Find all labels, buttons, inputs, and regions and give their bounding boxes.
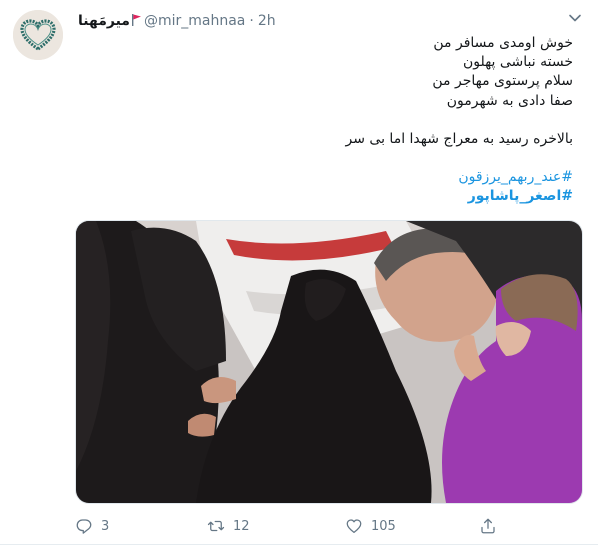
retweet-count: 12 (233, 518, 250, 534)
mourners-photo (76, 221, 582, 503)
tweet-line: سلام پرستوی مهاجر من (432, 73, 573, 90)
tweet-text: خوش اومدی مسافر من خسته نباشی پهلون سلام… (103, 34, 573, 206)
reply-count: 3 (101, 518, 110, 534)
hashtag-link[interactable]: #اصغر_پاشاپور (103, 187, 573, 206)
tweet-line: بالاخره رسید به معراج شهدا اما بی سر (345, 130, 573, 147)
tweet-photo[interactable] (75, 220, 583, 504)
tweet-line: خوش اومدی مسافر من (433, 35, 573, 51)
reply-icon (76, 519, 92, 534)
chevron-down-icon[interactable] (568, 13, 582, 23)
heart-avatar-icon (13, 10, 63, 60)
hashtag-link[interactable]: #عند_ربهم_یرزقون (103, 168, 573, 187)
like-button[interactable]: 105 (345, 512, 396, 540)
heart-icon (346, 519, 362, 534)
tweet-line: خسته نباشی پهلون (462, 54, 573, 71)
tweet-card[interactable]: میرمَهنا @mir_mahnaa · 2h خوش اومدی مساف… (0, 0, 598, 545)
red-flag-icon (131, 14, 141, 26)
retweet-icon (207, 520, 225, 532)
tweet-header: میرمَهنا @mir_mahnaa · 2h (78, 11, 276, 31)
share-button[interactable] (479, 512, 497, 540)
retweet-button[interactable]: 12 (207, 512, 250, 540)
timestamp[interactable]: 2h (258, 13, 276, 29)
tweet-actions: 3 12 105 (75, 512, 583, 540)
tweet-line: صفا دادی به شهرمون (446, 92, 573, 109)
display-name[interactable]: میرمَهنا (78, 13, 130, 29)
share-icon (481, 518, 495, 534)
like-count: 105 (371, 518, 396, 534)
user-handle[interactable]: @mir_mahnaa (144, 13, 245, 29)
reply-button[interactable]: 3 (75, 512, 109, 540)
separator-dot: · (249, 13, 254, 29)
avatar[interactable] (13, 10, 63, 60)
